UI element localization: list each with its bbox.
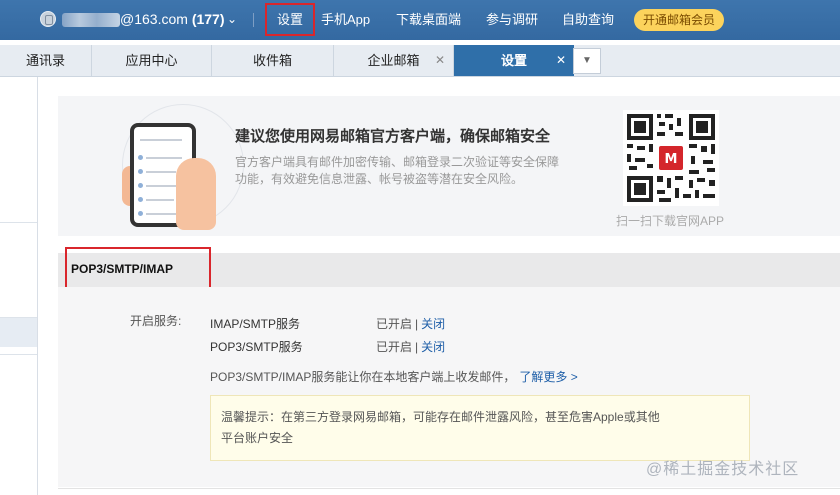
left-sidebar bbox=[0, 77, 38, 495]
tab-settings-label: 设置 bbox=[500, 53, 527, 68]
chevron-down-icon[interactable]: ⌄ bbox=[227, 12, 237, 26]
service-note: POP3/SMTP/IMAP服务能让你在本地客户端上收发邮件， 了解更多 > bbox=[210, 368, 578, 385]
qr-caption: 扫一扫下载官网APP bbox=[616, 214, 725, 228]
hand-illustration bbox=[176, 158, 216, 230]
nav-survey[interactable]: 参与调研 bbox=[486, 0, 538, 40]
tab-app-center[interactable]: 应用中心 bbox=[92, 45, 212, 76]
unread-count: (177) bbox=[191, 11, 225, 27]
tip-line-1: 温馨提示：在第三方登录网易邮箱，可能存在邮件泄露风险，甚至危害Apple或其他 bbox=[221, 410, 660, 424]
sidebar-item-selected[interactable] bbox=[0, 318, 37, 347]
tip-line-2: 平台账户安全 bbox=[221, 431, 294, 445]
tab-bar: 通讯录 应用中心 收件箱 企业邮箱 ✕ 设置 ✕ ▼ bbox=[0, 45, 840, 77]
service-imap-status: 已开启 | 关闭 bbox=[376, 317, 446, 331]
service-pop3-close-link[interactable]: 关闭 bbox=[421, 340, 445, 354]
service-label: 开启服务: bbox=[130, 314, 182, 328]
service-imap-close-link[interactable]: 关闭 bbox=[421, 317, 445, 331]
nav-mobile-app[interactable]: 手机App bbox=[321, 0, 370, 40]
client-promo-banner: 建议您使用网易邮箱官方客户端，确保邮箱安全 官方客户端具有邮件加密传输、邮箱登录… bbox=[58, 96, 840, 236]
account-name-blurred bbox=[62, 13, 120, 27]
vip-button[interactable]: 开通邮箱会员 bbox=[634, 9, 724, 31]
service-pop3-status-text: 已开启 bbox=[376, 340, 413, 354]
service-pop3-status: 已开启 | 关闭 bbox=[376, 340, 446, 354]
promo-title: 建议您使用网易邮箱官方客户端，确保邮箱安全 bbox=[235, 128, 551, 145]
divider bbox=[253, 13, 254, 27]
divider bbox=[58, 488, 840, 489]
service-imap-name: IMAP/SMTP服务 bbox=[210, 317, 301, 331]
tab-enterprise-mail[interactable]: 企业邮箱 ✕ bbox=[334, 45, 454, 76]
nav-settings-label: 设置 bbox=[276, 12, 303, 27]
tab-inbox[interactable]: 收件箱 bbox=[212, 45, 334, 76]
tab-inbox-label: 收件箱 bbox=[252, 53, 292, 68]
sidebar-divider bbox=[0, 222, 37, 223]
security-tip-box: 温馨提示：在第三方登录网易邮箱，可能存在邮件泄露风险，甚至危害Apple或其他 … bbox=[210, 395, 750, 461]
svg-text:M: M bbox=[665, 152, 678, 167]
service-note-text: POP3/SMTP/IMAP服务能让你在本地客户端上收发邮件， bbox=[210, 370, 516, 384]
settings-main: 建议您使用网易邮箱官方客户端，确保邮箱安全 官方客户端具有邮件加密传输、邮箱登录… bbox=[38, 77, 840, 495]
tab-settings[interactable]: 设置 ✕ bbox=[454, 45, 574, 76]
section-title: POP3/SMTP/IMAP bbox=[65, 247, 211, 289]
user-avatar-icon[interactable] bbox=[40, 11, 56, 27]
nav-download-desktop[interactable]: 下载桌面端 bbox=[396, 0, 461, 40]
service-imap-status-text: 已开启 bbox=[376, 317, 413, 331]
tab-app-center-label: 应用中心 bbox=[125, 53, 178, 68]
sidebar-divider bbox=[0, 354, 37, 355]
tab-more-chevron-down-icon[interactable]: ▼ bbox=[573, 48, 601, 74]
top-bar: @163.com (177) ⌄ 设置 手机App 下载桌面端 参与调研 自助查… bbox=[0, 0, 840, 40]
nav-settings[interactable]: 设置 bbox=[265, 3, 315, 36]
nav-self-service[interactable]: 自助查询 bbox=[562, 0, 614, 40]
service-pop3-name: POP3/SMTP服务 bbox=[210, 340, 303, 354]
account-suffix: @163.com bbox=[120, 11, 188, 27]
close-icon[interactable]: ✕ bbox=[435, 45, 445, 76]
tab-contacts[interactable]: 通讯录 bbox=[0, 45, 92, 76]
learn-more-link[interactable]: 了解更多 > bbox=[519, 370, 577, 384]
tab-enterprise-mail-label: 企业邮箱 bbox=[367, 53, 420, 68]
account-label[interactable]: @163.com (177) bbox=[120, 11, 225, 27]
close-icon[interactable]: ✕ bbox=[556, 45, 566, 76]
tab-contacts-label: 通讯录 bbox=[25, 53, 65, 68]
qr-code-icon: M bbox=[623, 110, 719, 206]
promo-description: 官方客户端具有邮件加密传输、邮箱登录二次验证等安全保障功能，有效避免信息泄露、帐… bbox=[235, 155, 560, 186]
watermark: @稀土掘金技术社区 bbox=[646, 461, 800, 478]
